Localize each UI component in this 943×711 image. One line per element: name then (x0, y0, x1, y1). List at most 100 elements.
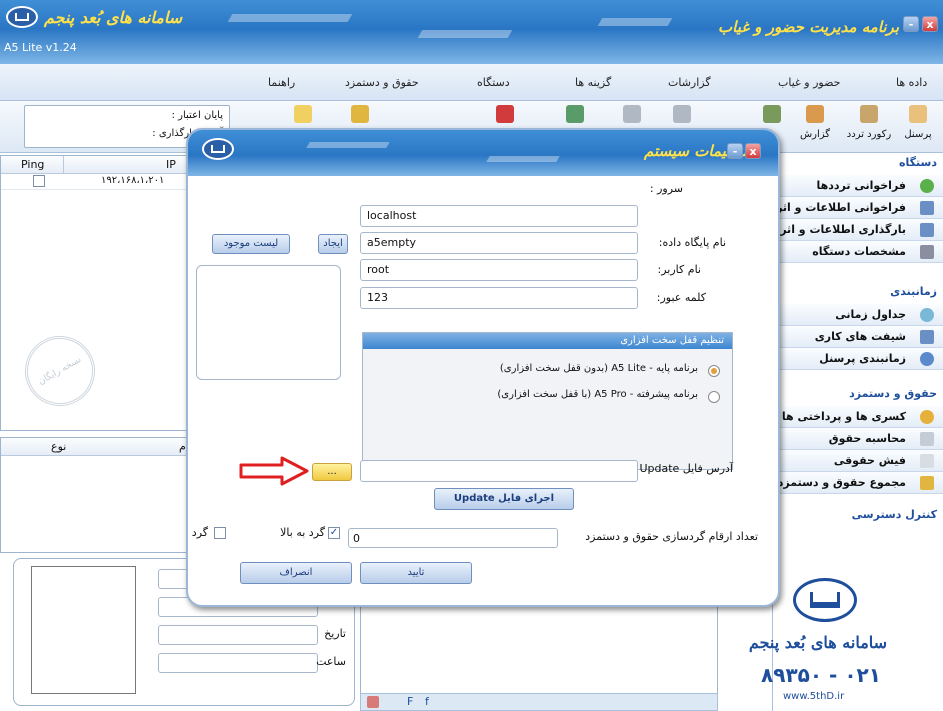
username-label: نام کاربر: (657, 263, 701, 276)
printer-icon (920, 476, 934, 490)
tools-icon (920, 245, 934, 259)
device-ip: ۱۹۲،۱۶۸،۱،۲۰۱ (101, 175, 165, 186)
browse-button[interactable]: ... (312, 463, 352, 481)
power-icon (496, 105, 514, 123)
pro-radio-label[interactable]: برنامه پیشرفته - A5 Pro (با قفل سخت افزا… (497, 389, 698, 400)
device-icon (920, 201, 934, 215)
dialog-close-button[interactable]: x (745, 143, 761, 159)
eraser-icon[interactable] (367, 696, 379, 708)
sidebar-item-shifts[interactable]: شیفت های کاری (773, 326, 943, 348)
font-small-button[interactable]: f (425, 695, 429, 708)
sidebar-item-device-spec[interactable]: مشخصات دستگاه (773, 241, 943, 263)
menu-options[interactable]: گزینه ها (575, 76, 611, 89)
main-titlebar: سامانه های بُعد پنجم A5 Lite v1.24 برنام… (0, 0, 943, 64)
col-ping: Ping (21, 158, 45, 171)
person-icon (909, 105, 927, 123)
lite-radio-label[interactable]: برنامه پایه - A5 Lite (بدون قفل سخت افزا… (500, 363, 698, 374)
door-icon (566, 105, 584, 123)
sidebar-item-upload-info[interactable]: بارگذاری اطلاعات و اثر (773, 219, 943, 241)
device-grid: Ping IP ۱۹۲،۱۶۸،۱،۲۰۱ نسخه رایگان (0, 155, 195, 431)
dialog-logo-icon (202, 138, 234, 160)
app-version: A5 Lite v1.24 (4, 41, 77, 54)
app-logo-icon (6, 6, 38, 28)
password-label: کلمه عبور: (656, 291, 706, 304)
run-update-button[interactable]: اجرای فایل Update (434, 488, 574, 510)
sidebar-item-calc-salary[interactable]: محاسبه حقوق (773, 428, 943, 450)
close-button[interactable]: x (922, 16, 938, 32)
col-name: م (179, 440, 186, 453)
brand-phone: ۰۲۱ - ۸۹۳۵۰ (761, 663, 881, 687)
ping-checkbox[interactable] (33, 175, 45, 187)
sidebar-item-deductions[interactable]: کسری ها و پرداختی ها (773, 406, 943, 428)
db-name-label: نام پایگاه داده: (658, 236, 726, 249)
dialog-minimize-button[interactable]: - (727, 143, 743, 159)
create-db-button[interactable]: ایجاد (318, 234, 348, 254)
minimize-button[interactable]: - (903, 16, 919, 32)
report-button[interactable]: گزارش (795, 105, 835, 149)
type-grid: نوع م (0, 437, 195, 553)
server-input[interactable]: localhost (360, 205, 638, 227)
col-ip: IP (166, 158, 176, 171)
document-icon-2 (623, 105, 641, 123)
lock-icon (351, 105, 369, 123)
cancel-button[interactable]: انصراف (240, 562, 352, 584)
star-icon (294, 105, 312, 123)
brand-name: سامانه های بُعد پنجم (748, 633, 888, 652)
round-up-label[interactable]: گرد به بالا (280, 526, 325, 539)
photo-frame (31, 566, 136, 694)
lite-radio[interactable] (708, 365, 720, 377)
username-input[interactable]: root (360, 259, 638, 281)
upload-icon (920, 223, 934, 237)
sidebar-item-payslip[interactable]: فیش حقوقی (773, 450, 943, 472)
dialog-titlebar: تنظیمات سیستم - x (188, 130, 778, 176)
red-arrow-annotation (239, 456, 309, 486)
free-version-stamp: نسخه رایگان (12, 323, 108, 419)
menu-reports[interactable]: گزارشات (668, 76, 711, 89)
calendar-icon (920, 330, 934, 344)
db-name-input[interactable]: a5empty (360, 232, 638, 254)
ok-button[interactable]: تایید (360, 562, 472, 584)
server-label: سرور : (649, 182, 683, 195)
rounding-label: تعداد ارقام گردسازی حقوق و دستمزد (585, 530, 758, 543)
pro-radio[interactable] (708, 391, 720, 403)
sidebar-item-time-tables[interactable]: جداول زمانی (773, 304, 943, 326)
menu-data[interactable]: داده ها (896, 76, 927, 89)
round-up-checkbox[interactable]: ✓ (328, 527, 340, 539)
hardware-lock-title: تنظیم قفل سخت افزاری (363, 333, 732, 349)
update-file-input[interactable] (360, 460, 638, 482)
round-down-checkbox[interactable] (214, 527, 226, 539)
section-access[interactable]: کنترل دسترسی (852, 508, 937, 521)
round-down-label[interactable]: گرد به پایین (188, 526, 208, 539)
time-field[interactable] (158, 653, 318, 673)
report-icon (806, 105, 824, 123)
menu-help[interactable]: راهنما (268, 76, 295, 89)
menu-payroll[interactable]: حقوق و دستمزد (345, 76, 419, 89)
rounding-input[interactable]: 0 (348, 528, 558, 548)
calculator-icon (920, 432, 934, 446)
menu-attendance[interactable]: حضور و غیاب (778, 76, 840, 89)
time-label: ساعت (316, 655, 346, 668)
brand-website[interactable]: www.5thD.ir (783, 691, 844, 702)
sidebar-item-salary-total[interactable]: مجموع حقوق و دستمزد (773, 472, 943, 494)
date-field[interactable] (158, 625, 318, 645)
payslip-icon (920, 454, 934, 468)
device-row[interactable]: ۱۹۲،۱۶۸،۱،۲۰۱ (1, 174, 194, 190)
clock-icon (920, 308, 934, 322)
sidebar-item-fetch-info[interactable]: فراخوانی اطلاعات و اثر (773, 197, 943, 219)
record-icon (860, 105, 878, 123)
record-button[interactable]: رکورد تردد (843, 105, 895, 149)
existing-db-list-button[interactable]: لیست موجود (212, 234, 290, 254)
download-icon (920, 179, 934, 193)
sidebar-item-fetch-logs[interactable]: فراخوانی ترددها (773, 175, 943, 197)
app-brand: سامانه های بُعد پنجم (44, 7, 183, 27)
menu-device[interactable]: دستگاه (477, 76, 510, 89)
menu-bar: داده ها حضور و غیاب گزارشات گزینه ها دست… (0, 64, 943, 101)
password-input[interactable]: 123 (360, 287, 638, 309)
sidebar-item-person-schedule[interactable]: زمانبندی پرسنل (773, 348, 943, 370)
document-icon (673, 105, 691, 123)
personnel-button[interactable]: پرسنل (898, 105, 938, 149)
db-list-box[interactable] (196, 265, 341, 380)
update-file-label: آدرس فایل Update (639, 462, 733, 475)
brand-logo-icon (793, 578, 857, 622)
font-big-button[interactable]: F (407, 695, 413, 708)
